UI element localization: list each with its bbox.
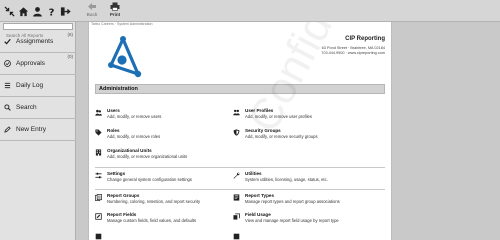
sidebar-item-approvals[interactable]: Approvals (0) <box>0 53 76 75</box>
main-panel: Tarbo Careers · System Administration CI… <box>88 22 392 240</box>
report-fields-icon <box>95 213 102 220</box>
logout-icon[interactable] <box>60 6 71 17</box>
page-background-gutter <box>393 22 500 240</box>
search-box <box>3 23 73 38</box>
sidebar-item-label: Daily Log <box>16 82 44 89</box>
print-label: Print <box>109 12 121 17</box>
admin-tile-partial[interactable] <box>95 232 235 240</box>
tile-title: Roles <box>107 128 120 133</box>
assignments-count-badge: (8) <box>67 32 74 37</box>
tile-description: View and manage report field usage by re… <box>245 218 339 223</box>
help-icon[interactable]: ? <box>46 6 57 17</box>
company-logo-icon <box>108 36 142 78</box>
tile-description: Numbering, coloring, retention, and repo… <box>107 199 201 204</box>
admin-tile-partial[interactable] <box>233 232 373 240</box>
checkmark-icon <box>4 38 11 45</box>
report-fields-icon <box>95 233 102 240</box>
tile-title: User Profiles <box>245 108 274 113</box>
tile-title: Field Usage <box>245 212 271 217</box>
sidebar-item-label: New Entry <box>16 126 46 133</box>
field-usage-icon <box>233 233 240 240</box>
tile-title: Utilities <box>245 171 262 176</box>
tile-title: Settings <box>107 171 126 176</box>
section-header-administration: Administration <box>95 84 385 94</box>
wrench-icon <box>233 172 240 179</box>
collapse-arrows-icon[interactable] <box>4 5 15 17</box>
tile-description: Add, modify, or remove user profiles <box>245 114 312 119</box>
approvals-count-badge: (0) <box>67 54 74 59</box>
tag-icon <box>95 129 102 136</box>
svg-text:?: ? <box>49 7 55 16</box>
field-usage-icon <box>233 213 240 220</box>
pencil-edit-icon <box>4 126 11 133</box>
section-divider <box>95 167 385 168</box>
section-divider <box>95 189 385 190</box>
company-contact: 703.444.9900 · www.cipreporting.com <box>321 51 385 55</box>
tile-description: Add, modify, or remove users <box>107 114 162 119</box>
company-name: CIP Reporting <box>345 36 385 42</box>
list-icon <box>4 82 11 89</box>
admin-tile-report-fields[interactable]: Report Fields Manage custom fields, fiel… <box>95 212 235 226</box>
company-info: CIP Reporting 63 Pond Street · Braintree… <box>321 36 385 56</box>
print-button[interactable]: Print <box>100 2 130 21</box>
admin-tile-field-usage[interactable]: Field Usage View and manage report field… <box>233 212 373 226</box>
report-types-icon <box>233 194 240 201</box>
sidebar-item-new-entry[interactable]: New Entry <box>0 119 76 141</box>
breadcrumb: Tarbo Careers · System Administration <box>91 22 153 26</box>
admin-tile-security-groups[interactable]: Security Groups Add, modify, or remove s… <box>233 128 373 142</box>
tile-description: Change general system configuration sett… <box>107 177 192 182</box>
sidebar-item-label: Approvals <box>16 60 45 67</box>
tile-description: System utilities, licensing, usage, stat… <box>245 177 328 182</box>
admin-tile-roles[interactable]: Roles Add, modify, or remove roles <box>95 128 235 142</box>
admin-tile-organizational-units[interactable]: Organizational Units Add, modify, or rem… <box>95 148 235 162</box>
printer-icon <box>110 2 120 11</box>
tile-description: Manage report types and report group ass… <box>245 199 340 204</box>
tile-title: Security Groups <box>245 128 281 133</box>
tile-description: Add, modify, or remove organizational un… <box>107 154 188 159</box>
tile-title: Report Types <box>245 193 275 198</box>
tile-title: Report Fields <box>107 212 137 217</box>
shield-icon <box>233 129 240 136</box>
admin-tile-report-groups[interactable]: Report Groups Numbering, coloring, reten… <box>95 193 235 207</box>
admin-tile-report-types[interactable]: Report Types Manage report types and rep… <box>233 193 373 207</box>
check-circle-icon <box>4 60 11 67</box>
admin-tile-users[interactable]: Users Add, modify, or remove users <box>95 108 235 122</box>
building-icon <box>95 149 102 156</box>
user-profiles-icon <box>233 109 240 116</box>
home-icon[interactable] <box>18 6 29 17</box>
sidebar-item-label: Assignments <box>16 38 54 45</box>
tile-title: Organizational Units <box>107 148 152 153</box>
sidebar-item-assignments[interactable]: Assignments (8) <box>0 31 76 53</box>
tile-title: Report Groups <box>107 193 140 198</box>
user-icon[interactable] <box>32 6 43 17</box>
sidebar: Assignments (8) Approvals (0) Daily Log … <box>0 22 76 240</box>
top-icon-group: ? <box>4 3 71 19</box>
report-groups-icon <box>95 194 102 201</box>
top-toolbar: ? Back Print <box>0 0 500 22</box>
tile-description: Add, modify, or remove roles <box>107 134 161 139</box>
settings-sliders-icon <box>95 172 102 179</box>
admin-tile-user-profiles[interactable]: User Profiles Add, modify, or remove use… <box>233 108 373 122</box>
tile-description: Manage custom fields, field values, and … <box>107 218 197 223</box>
sidebar-item-search[interactable]: Search <box>0 97 76 119</box>
admin-tile-settings[interactable]: Settings Change general system configura… <box>95 171 235 185</box>
search-icon <box>4 104 11 111</box>
sidebar-nav: Assignments (8) Approvals (0) Daily Log … <box>0 31 76 141</box>
users-icon <box>95 109 102 116</box>
tile-title: Users <box>107 108 120 113</box>
sidebar-item-daily-log[interactable]: Daily Log <box>0 75 76 97</box>
admin-tile-utilities[interactable]: Utilities System utilities, licensing, u… <box>233 171 373 185</box>
sidebar-item-label: Search <box>16 104 37 111</box>
back-arrow-icon <box>88 3 96 10</box>
tile-description: Add, modify, or remove security groups <box>245 134 318 139</box>
